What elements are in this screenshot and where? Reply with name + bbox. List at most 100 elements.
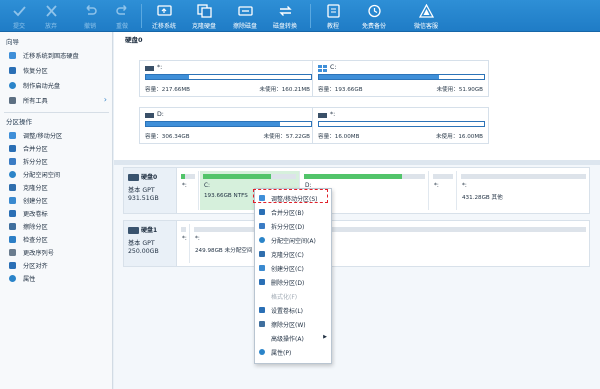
menu-item-advanced[interactable]: 高级操作(A) ▶ (255, 332, 331, 344)
partition-block[interactable]: *: (178, 171, 199, 210)
context-menu: 调整/移动分区(S) 合并分区(B) 拆分分区(D) 分配空闲空间(A) 克隆分… (254, 188, 332, 364)
main-panel: 硬盘0 *: 容量：217.66MB 未使用：160.21MB C: 容量：19… (114, 32, 600, 389)
menu-item-set-label[interactable]: 设置卷标(L) (255, 304, 331, 316)
create-icon (9, 197, 16, 204)
sidebar-item-migrate-ssd[interactable]: 迁移系统到固态硬盘 (0, 49, 112, 62)
wizard-section-title: 向导 (6, 38, 19, 46)
sidebar-item-create[interactable]: 创建分区 (0, 194, 112, 207)
disk-info: 硬盘1 基本 GPT 250.00GB (124, 221, 177, 266)
sidebar-item-clone[interactable]: 克隆分区 (0, 181, 112, 194)
split-icon (259, 223, 265, 229)
usage-bar-fill (319, 75, 440, 79)
menu-item-delete[interactable]: 删除分区(D) (255, 276, 331, 288)
partition-block[interactable]: *: (178, 224, 190, 263)
merge-icon (9, 145, 16, 152)
backup-icon (367, 4, 382, 18)
menu-item-split[interactable]: 拆分分区(D) (255, 220, 331, 232)
sidebar-item-align[interactable]: 分区对齐 (0, 259, 112, 272)
partition-usage-bar (181, 227, 186, 232)
partition-card-c[interactable]: C: 容量：193.66GB 未使用：51.90GB (312, 60, 489, 97)
wipe-disk-button[interactable]: 擦除磁盘 (226, 0, 264, 32)
allocate-icon (9, 171, 16, 178)
partition-block-unallocated[interactable]: *: 249.98GB 未分配空间 (191, 224, 589, 263)
partition-usage-bar (194, 227, 586, 232)
check-partition-icon (9, 236, 16, 243)
sidebar-item-all-tools[interactable]: 所有工具 › (0, 94, 112, 107)
sidebar-item-properties[interactable]: 属性 (0, 272, 112, 285)
delete-icon (259, 279, 265, 285)
menu-item-merge[interactable]: 合并分区(B) (255, 206, 331, 218)
disk-row-0[interactable]: 硬盘0 基本 GPT 931.51GB *: C: 193.66GB NTFS … (123, 167, 590, 214)
submenu-arrow-icon: ▶ (323, 334, 327, 340)
disk-row-1[interactable]: 硬盘1 基本 GPT 250.00GB *: *: 249.98GB 未分配空间 (123, 220, 590, 267)
properties-icon (9, 275, 16, 282)
sidebar-item-restore-partition[interactable]: 恢复分区 (0, 64, 112, 77)
disk0-card-view: 硬盘0 *: 容量：217.66MB 未使用：160.21MB C: 容量：19… (114, 32, 600, 160)
partition-card[interactable]: *: 容量：16.00MB 未使用：16.00MB (312, 107, 489, 144)
toolbar: 提交 放弃 撤销 重做 迁移系统 克隆硬盘 擦除磁盘 磁盘转换 教程 免费备份 … (0, 0, 600, 32)
label-icon (259, 307, 265, 313)
resize-icon (9, 132, 16, 139)
partition-card-d[interactable]: D: 容量：306.34GB 未使用：57.22GB (139, 107, 316, 144)
sidebar-item-change-label[interactable]: 更改卷标 (0, 207, 112, 220)
undo-button[interactable]: 撤销 (75, 0, 105, 32)
drive-icon (145, 112, 154, 119)
sidebar-item-check[interactable]: 检查分区 (0, 233, 112, 246)
commit-button[interactable]: 提交 (4, 0, 34, 32)
chevron-right-icon: › (103, 95, 107, 104)
discard-button[interactable]: 放弃 (36, 0, 66, 32)
bootdisk-icon (9, 82, 16, 89)
drive-icon (318, 112, 327, 119)
sidebar-item-change-serial[interactable]: 更改序列号 (0, 246, 112, 259)
sidebar-item-boot-disk[interactable]: 制作启动光盘 (0, 79, 112, 92)
drive-icon (145, 65, 154, 72)
free-backup-button[interactable]: 免费备份 (356, 0, 392, 32)
sidebar-item-merge[interactable]: 合并分区 (0, 142, 112, 155)
serial-icon (9, 249, 16, 256)
migrate-icon (9, 52, 16, 59)
sidebar-item-allocate[interactable]: 分配空闲空间 (0, 168, 112, 181)
tutorial-icon (326, 4, 341, 18)
menu-item-properties[interactable]: 属性(P) (255, 346, 331, 358)
merge-icon (259, 209, 265, 215)
partition-block-other[interactable]: *: 431.28GB 其他 (458, 171, 589, 210)
convert-disk-button[interactable]: 磁盘转换 (266, 0, 304, 32)
usage-bar-fill (146, 122, 280, 126)
partition-usage-bar (304, 174, 425, 179)
divider (4, 112, 109, 113)
allocate-icon (259, 237, 265, 243)
partition-usage-bar (203, 174, 296, 179)
wechat-service-icon (418, 3, 434, 18)
menu-item-create[interactable]: 创建分区(C) (255, 262, 331, 274)
usage-bar (145, 121, 312, 127)
partition-block[interactable]: *: (430, 171, 457, 210)
x-icon (44, 4, 59, 18)
clone-disk-icon (196, 4, 212, 18)
partition-card[interactable]: *: 容量：217.66MB 未使用：160.21MB (139, 60, 316, 97)
properties-icon (259, 349, 265, 355)
tutorial-button[interactable]: 教程 (318, 0, 348, 32)
partition-usage-fill (181, 174, 186, 179)
redo-icon (115, 4, 130, 18)
toolbar-separator (141, 4, 142, 28)
undo-icon (83, 4, 98, 18)
sidebar-item-split[interactable]: 拆分分区 (0, 155, 112, 168)
menu-item-wipe[interactable]: 擦除分区(W) (255, 318, 331, 330)
wechat-service-button[interactable]: 微信客服 (408, 0, 444, 32)
create-icon (259, 265, 265, 271)
clone-disk-button[interactable]: 克隆硬盘 (185, 0, 223, 32)
menu-item-allocate[interactable]: 分配空闲空间(A) (255, 234, 331, 246)
usage-bar (318, 121, 485, 127)
disk-icon (128, 227, 139, 234)
sidebar-item-resize[interactable]: 调整/移动分区 (0, 129, 112, 142)
redo-button[interactable]: 重做 (107, 0, 137, 32)
migrate-os-icon (156, 4, 172, 18)
menu-item-clone[interactable]: 克隆分区(C) (255, 248, 331, 260)
tools-icon (9, 97, 16, 104)
sidebar-item-wipe[interactable]: 擦除分区 (0, 220, 112, 233)
menu-item-format[interactable]: 格式化(F) (255, 290, 331, 302)
toolbar-separator (310, 4, 311, 28)
partition-usage-bar (181, 174, 195, 179)
migrate-os-button[interactable]: 迁移系统 (145, 0, 183, 32)
partition-usage-bar (433, 174, 453, 179)
